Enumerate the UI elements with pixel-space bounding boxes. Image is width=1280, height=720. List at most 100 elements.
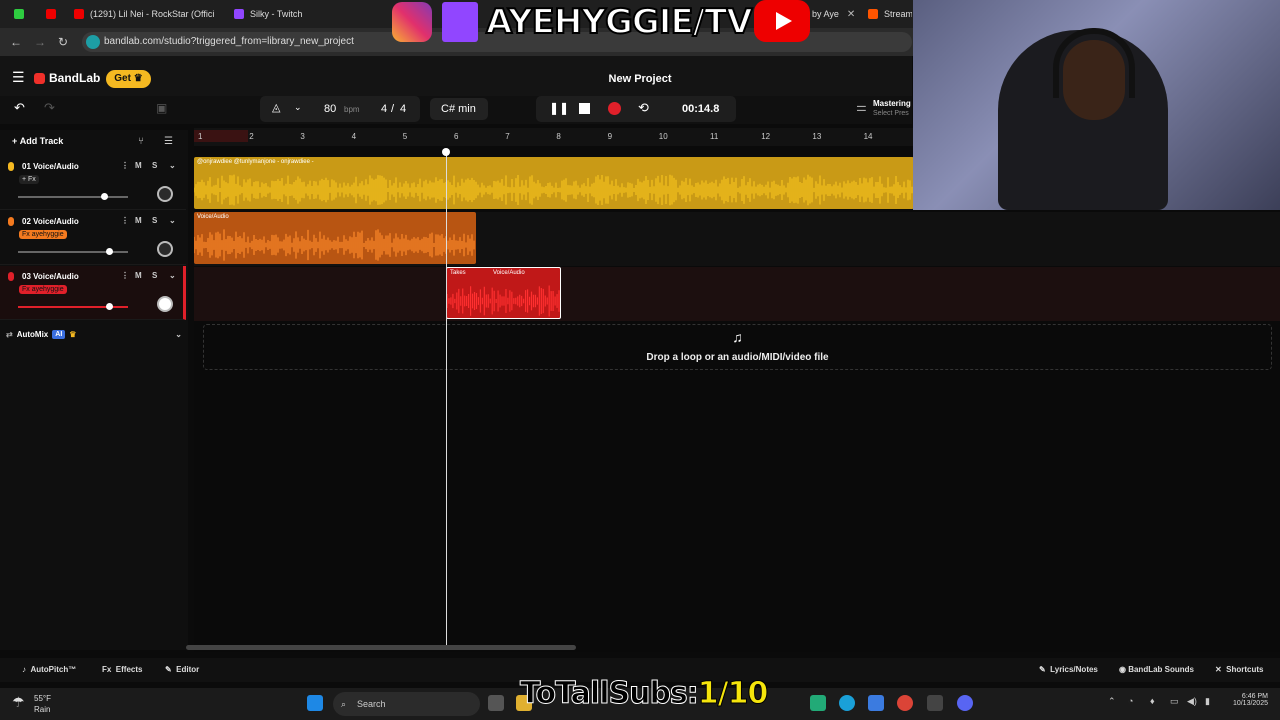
mute-button[interactable]: M — [135, 271, 142, 280]
chevron-down-icon[interactable]: ⌄ — [169, 216, 176, 225]
volume-slider[interactable] — [18, 248, 128, 255]
chevron-down-icon[interactable]: ⌄ — [175, 330, 182, 339]
mastering-preset[interactable]: Select Pres — [873, 110, 909, 117]
network-icon[interactable]: ▭ — [1170, 696, 1179, 707]
volume-knob[interactable] — [106, 303, 113, 310]
mastering-label[interactable]: Mastering — [873, 99, 911, 108]
volume-knob[interactable] — [101, 193, 108, 200]
track-row-1[interactable]: 01 Voice/Audio + Fx ⋮ M S ⌄ — [0, 156, 186, 210]
autopitch-button[interactable]: ♪ AutoPitch™ — [22, 665, 76, 674]
ruler-bar-number[interactable]: 9 — [608, 132, 612, 141]
drop-zone[interactable]: ♫ Drop a loop or an audio/MIDI/video fil… — [203, 324, 1272, 370]
chevron-down-icon[interactable]: ⌄ — [169, 271, 176, 280]
taskbar-clock[interactable]: 6:46 PM 10/13/2025 — [1228, 693, 1268, 707]
tab-stream[interactable]: Stream — [868, 4, 912, 24]
record-icon[interactable] — [608, 102, 621, 115]
time-sig-den[interactable]: 4 — [400, 103, 406, 115]
solo-button[interactable]: S — [152, 161, 157, 170]
track-row-2[interactable]: 02 Voice/Audio Fx ayehyggie ⋮ M S ⌄ — [0, 211, 186, 265]
tab-rockstar[interactable]: (1291) Lil Nei - RockStar (Offici✕ — [74, 4, 222, 24]
key-button[interactable]: C# min — [430, 98, 488, 120]
track-name[interactable]: 01 Voice/Audio — [22, 162, 79, 171]
add-track-button[interactable]: + Add Track — [12, 136, 63, 146]
back-icon[interactable]: ← — [10, 35, 22, 49]
fx-button[interactable]: Fx ayehyggie — [19, 285, 67, 294]
track-settings-icon[interactable]: ☰ — [164, 136, 173, 147]
windows-start-icon[interactable] — [307, 695, 323, 711]
pan-knob[interactable] — [157, 186, 173, 202]
tab-twitch[interactable]: Silky - Twitch✕ — [234, 4, 380, 24]
effects-button[interactable]: Fx Effects — [102, 665, 142, 674]
ruler-bar-number[interactable]: 6 — [454, 132, 458, 141]
ruler-bar-number[interactable]: 3 — [300, 132, 304, 141]
time-sig-num[interactable]: 4 — [381, 103, 387, 115]
stop-icon[interactable] — [579, 103, 590, 114]
takes-label[interactable]: Takes — [450, 270, 466, 276]
lane-2[interactable]: Voice/Audio — [194, 212, 1280, 266]
site-info-icon[interactable] — [86, 35, 100, 49]
mastering-icon[interactable]: ⚌ — [856, 100, 867, 114]
get-membership-button[interactable]: Get ♛ — [106, 70, 151, 88]
chevron-down-icon[interactable]: ⌄ — [169, 161, 176, 170]
chevron-down-icon[interactable]: ⌄ — [294, 102, 302, 113]
forward-icon[interactable]: → — [34, 35, 46, 49]
ruler-bar-number[interactable]: 2 — [249, 132, 253, 141]
more-icon[interactable]: ⋮ — [121, 216, 129, 225]
close-icon[interactable]: ✕ — [847, 9, 855, 20]
bandlab-logo[interactable]: BandLab — [34, 71, 100, 85]
pause-icon[interactable]: ❚❚ — [549, 101, 569, 115]
tab-kick[interactable] — [14, 4, 28, 24]
ruler-bar-number[interactable]: 14 — [864, 132, 873, 141]
audio-clip-1[interactable]: @onjrawdiee @tunlymanjone - onjrawdiee - — [194, 157, 914, 209]
horizontal-scrollbar[interactable] — [186, 645, 576, 650]
mixer-icon[interactable]: ▣ — [156, 101, 167, 115]
tab-youtube-2[interactable]: by Aye ✕ — [812, 4, 858, 24]
tab-youtube[interactable] — [46, 4, 62, 24]
undo-icon[interactable]: ↶ — [14, 100, 25, 116]
more-icon[interactable]: ⋮ — [121, 161, 129, 170]
volume-slider[interactable] — [18, 193, 128, 200]
track-row-3[interactable]: 03 Voice/Audio Fx ayehyggie ⋮ M S ⌄ — [0, 266, 186, 320]
pan-knob[interactable] — [157, 296, 173, 312]
chevron-up-icon[interactable]: ⌃ — [1108, 696, 1116, 707]
solo-button[interactable]: S — [152, 216, 157, 225]
editor-button[interactable]: ✎ Editor — [165, 665, 199, 674]
wifi-icon[interactable]: ◔ — [1128, 696, 1133, 706]
microphone-icon[interactable]: ♦ — [1150, 696, 1155, 706]
playhead-handle[interactable] — [442, 148, 450, 156]
track-name[interactable]: 03 Voice/Audio — [22, 272, 79, 281]
obs-icon[interactable] — [927, 695, 943, 711]
metronome-icon[interactable]: ◬ — [272, 101, 280, 114]
ruler-bar-number[interactable]: 5 — [403, 132, 407, 141]
menu-icon[interactable]: ☰ — [12, 69, 25, 86]
ruler-bar-number[interactable]: 8 — [556, 132, 560, 141]
track-name[interactable]: 02 Voice/Audio — [22, 217, 79, 226]
tuning-fork-icon[interactable]: ⑂ — [138, 136, 144, 147]
solo-button[interactable]: S — [152, 271, 157, 280]
task-view-icon[interactable] — [488, 695, 504, 711]
mute-button[interactable]: M — [135, 216, 142, 225]
shortcuts-button[interactable]: ✕ Shortcuts — [1215, 665, 1264, 674]
volume-slider[interactable] — [18, 303, 128, 310]
fx-button[interactable]: Fx ayehyggie — [19, 230, 67, 239]
ruler-bar-number[interactable]: 7 — [505, 132, 509, 141]
fx-button[interactable]: + Fx — [19, 175, 39, 184]
mute-button[interactable]: M — [135, 161, 142, 170]
tempo-value[interactable]: 80 — [324, 103, 336, 115]
ruler-bar-number[interactable]: 10 — [659, 132, 668, 141]
audio-clip-2[interactable]: Voice/Audio — [194, 212, 476, 264]
playhead[interactable] — [446, 150, 447, 650]
lane-3[interactable]: Takes Voice/Audio — [194, 267, 1280, 321]
ruler-bar-number[interactable]: 1 — [198, 132, 202, 141]
volume-knob[interactable] — [106, 248, 113, 255]
ruler-bar-number[interactable]: 11 — [710, 132, 718, 141]
chrome-icon[interactable] — [897, 695, 913, 711]
ruler-bar-number[interactable]: 12 — [761, 132, 770, 141]
ruler-bar-number[interactable]: 13 — [812, 132, 821, 141]
battery-icon[interactable]: ▮ — [1205, 696, 1210, 707]
redo-icon[interactable]: ↷ — [44, 100, 55, 116]
automix-row[interactable]: ⇄ AutoMix AI ♛ ⌄ — [6, 330, 182, 339]
ruler-bar-number[interactable]: 4 — [352, 132, 356, 141]
more-icon[interactable]: ⋮ — [121, 271, 129, 280]
audio-clip-3[interactable]: Takes Voice/Audio — [446, 267, 561, 319]
